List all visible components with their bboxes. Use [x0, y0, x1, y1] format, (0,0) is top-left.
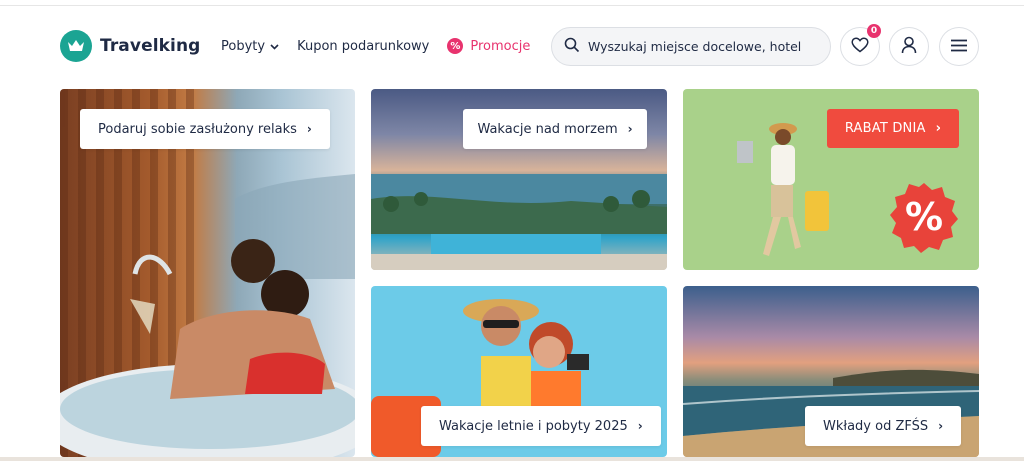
chevron-down-icon	[270, 39, 279, 54]
search-box[interactable]	[551, 27, 831, 66]
tile-relax[interactable]: Podaruj sobie zasłużony relaks ›	[60, 89, 355, 457]
chevron-right-icon: ›	[306, 122, 312, 136]
nav-stays-dropdown[interactable]: Pobyty	[221, 39, 279, 54]
favorites-button[interactable]: 0	[840, 24, 881, 66]
tile-rabat[interactable]: RABAT DNIA › %	[683, 89, 979, 270]
chevron-right-icon: ›	[935, 121, 942, 136]
tile-summer-label[interactable]: Wakacje letnie i pobyty 2025 ›	[421, 406, 661, 446]
chevron-right-icon: ›	[938, 419, 944, 433]
user-icon	[901, 36, 917, 58]
top-border	[0, 0, 1024, 6]
tile-summer[interactable]: Wakacje letnie i pobyty 2025 ›	[371, 286, 667, 457]
tile-zfss-text: Wkłady od ZFŚS	[823, 418, 929, 434]
rabat-dnia-label: RABAT DNIA	[844, 121, 926, 136]
main-nav: Pobyty Kupon podarunkowy % Promocje	[221, 38, 530, 54]
bottom-border	[0, 457, 1024, 461]
rabat-dnia-button[interactable]: RABAT DNIA ›	[827, 109, 959, 148]
tile-relax-text: Podaruj sobie zasłużony relaks	[98, 121, 297, 137]
nav-promotions[interactable]: % Promocje	[447, 38, 530, 54]
tile-summer-text: Wakacje letnie i pobyty 2025	[439, 418, 628, 434]
favorites-count-badge: 0	[867, 24, 881, 38]
heart-icon	[851, 36, 869, 57]
tile-zfss-label[interactable]: Wkłady od ZFŚS ›	[805, 406, 962, 446]
tile-sea[interactable]: Wakacje nad morzem ›	[371, 89, 667, 270]
tile-relax-label[interactable]: Podaruj sobie zasłużony relaks ›	[80, 109, 330, 149]
tile-sea-label[interactable]: Wakacje nad morzem ›	[463, 109, 647, 149]
nav-gift-voucher[interactable]: Kupon podarunkowy	[297, 39, 429, 54]
chevron-right-icon: ›	[637, 419, 643, 433]
brand-logo[interactable]: Travelking	[60, 30, 200, 62]
search-input[interactable]	[588, 39, 818, 54]
crown-icon	[60, 30, 92, 62]
nav-stays-label: Pobyty	[221, 38, 266, 54]
account-button[interactable]	[889, 27, 929, 66]
search-icon	[564, 37, 580, 57]
nav-promo-label: Promocje	[470, 38, 531, 54]
menu-button[interactable]	[939, 27, 979, 66]
tile-zfss[interactable]: Wkłady od ZFŚS ›	[683, 286, 979, 457]
discount-percent-text: %	[904, 195, 944, 239]
tile-sea-text: Wakacje nad morzem	[477, 121, 618, 137]
nav-voucher-label: Kupon podarunkowy	[297, 38, 430, 54]
brand-name: Travelking	[100, 36, 201, 56]
hamburger-menu-icon	[950, 37, 968, 56]
percent-icon: %	[447, 38, 464, 54]
chevron-right-icon: ›	[627, 122, 633, 136]
